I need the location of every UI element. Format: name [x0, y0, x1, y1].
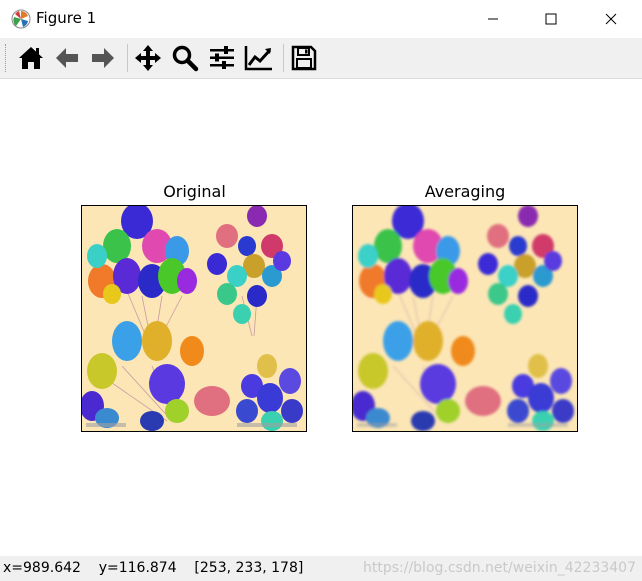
subplots-config-icon	[210, 46, 234, 69]
back-button[interactable]	[51, 42, 83, 74]
pan-button[interactable]	[132, 42, 164, 74]
window-title: Figure 1	[36, 9, 97, 27]
status-bar: x=989.642 y=116.874 [253, 233, 178] http…	[0, 556, 642, 581]
left-axes-title: Original	[163, 182, 226, 201]
edit-axis-icon	[244, 46, 272, 71]
title-bar: Figure 1	[0, 0, 642, 38]
zoom-button[interactable]	[169, 42, 201, 74]
toolbar-separator	[127, 44, 128, 72]
maximize-button[interactable]	[528, 0, 574, 38]
cursor-coordinates: x=989.642 y=116.874 [253, 233, 178]	[3, 560, 304, 576]
figure-canvas[interactable]: Original Averaging	[0, 79, 642, 556]
edit-axis-button[interactable]	[243, 42, 275, 74]
original-image	[81, 205, 307, 432]
minimize-button[interactable]	[470, 0, 516, 38]
balloon-photo-averaged	[353, 206, 577, 431]
close-button[interactable]	[588, 0, 634, 38]
save-icon	[291, 45, 317, 71]
toolbar-grip	[5, 44, 8, 72]
home-button[interactable]	[15, 42, 47, 74]
balloon-photo-original	[82, 206, 306, 431]
maximize-icon	[545, 13, 557, 25]
home-icon	[19, 47, 43, 69]
watermark-text: https://blog.csdn.net/weixin_42233407	[362, 560, 636, 576]
navigation-toolbar	[0, 38, 642, 79]
averaged-image	[352, 205, 578, 432]
right-axes-title: Averaging	[424, 182, 506, 201]
save-button[interactable]	[288, 42, 320, 74]
back-icon	[56, 48, 78, 68]
subplots-button[interactable]	[206, 42, 238, 74]
forward-icon	[92, 48, 114, 68]
zoom-icon	[172, 45, 199, 72]
matplotlib-icon	[11, 9, 31, 29]
minimize-icon	[488, 18, 498, 20]
close-icon	[605, 13, 617, 25]
toolbar-separator	[283, 44, 284, 72]
pan-icon	[135, 45, 161, 71]
forward-button[interactable]	[87, 42, 119, 74]
